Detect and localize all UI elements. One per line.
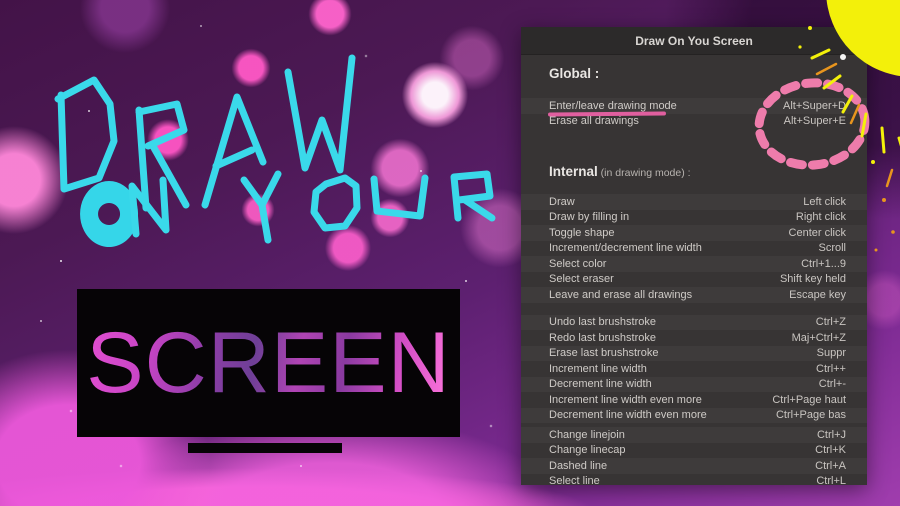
shortcut-row[interactable]: Decrement line width even more Ctrl+Page … — [521, 408, 867, 424]
shortcut-key: Ctrl+K — [815, 444, 846, 456]
shortcut-label: Change linejoin — [549, 429, 625, 441]
star-speckles — [60, 260, 62, 262]
shortcut-row[interactable]: Change linecap Ctrl+K — [521, 443, 867, 459]
shortcut-label: Redo last brushstroke — [549, 332, 656, 344]
shortcut-label: Draw — [549, 196, 575, 208]
shortcut-row[interactable]: Erase last brushstroke Suppr — [521, 346, 867, 362]
shortcut-key: Center click — [789, 227, 846, 239]
shortcut-rows: Enter/leave drawing mode Alt+Super+D Erase… — [521, 98, 867, 129]
shortcut-label: Decrement line width — [549, 378, 652, 390]
shortcut-label: Increment/decrement line width — [549, 242, 702, 254]
shortcut-label: Select line — [549, 475, 600, 485]
shortcut-label: Select color — [549, 258, 606, 270]
shortcut-row[interactable]: Change linejoin Ctrl+J — [521, 427, 867, 443]
shortcut-label: Enter/leave drawing mode — [549, 100, 677, 112]
shortcut-label: Dashed line — [549, 460, 607, 472]
shortcut-section: Undo last brushstroke Ctrl+Z Redo last bru… — [521, 315, 867, 424]
shortcut-key: Scroll — [818, 242, 846, 254]
shortcut-row[interactable]: Erase all drawings Alt+Super+E — [521, 114, 867, 130]
shortcut-row[interactable]: Increment/decrement line width Scroll — [521, 241, 867, 257]
monitor-stand — [188, 443, 342, 453]
section-header: Internal (in drawing mode) : — [549, 163, 867, 180]
shortcut-row[interactable]: Redo last brushstroke Maj+Ctrl+Z — [521, 330, 867, 346]
shortcut-key: Ctrl+Page bas — [776, 409, 846, 421]
shortcut-key: Left click — [803, 196, 846, 208]
shortcut-key: Right click — [796, 211, 846, 223]
shortcut-label: Toggle shape — [549, 227, 614, 239]
shortcut-row[interactable]: Dashed line Ctrl+A — [521, 458, 867, 474]
shortcut-label: Erase all drawings — [549, 115, 639, 127]
shortcut-row[interactable]: Draw by filling in Right click — [521, 210, 867, 226]
monitor-graphic: SCREEN — [77, 289, 460, 437]
shortcut-row[interactable]: Draw Left click — [521, 194, 867, 210]
shortcut-key: Ctrl+1...9 — [801, 258, 846, 270]
shortcut-label: Increment line width even more — [549, 394, 702, 406]
shortcut-key: Ctrl+Z — [816, 316, 846, 328]
shortcut-key: Shift key held — [780, 273, 846, 285]
shortcut-row[interactable]: Toggle shape Center click — [521, 225, 867, 241]
shortcut-rows: Change linejoin Ctrl+J Change linecap Ctrl+… — [521, 427, 867, 485]
shortcut-label: Change linecap — [549, 444, 625, 456]
shortcut-section: Global : Enter/leave drawing mode Alt+Supe… — [521, 65, 867, 129]
shortcut-key: Ctrl+Page haut — [772, 394, 846, 406]
shortcut-key: Ctrl+- — [819, 378, 846, 390]
thumbnail-canvas: SCREEN Draw On You Screen Global : Enter/… — [0, 0, 900, 506]
shortcut-rows: Draw Left click Draw by filling in Right cl… — [521, 194, 867, 303]
shortcut-label: Increment line width — [549, 363, 647, 375]
shortcut-label: Undo last brushstroke — [549, 316, 656, 328]
section-header: Global : — [549, 65, 867, 82]
shortcut-row[interactable]: Leave and erase all drawings Escape key — [521, 287, 867, 303]
monitor-screen: SCREEN — [77, 289, 460, 437]
shortcut-row[interactable]: Increment line width even more Ctrl+Page … — [521, 392, 867, 408]
shortcut-row[interactable]: Select eraser Shift key held — [521, 272, 867, 288]
panel-titlebar: Draw On You Screen — [521, 27, 867, 55]
shortcut-label: Draw by filling in — [549, 211, 629, 223]
shortcut-key: Suppr — [817, 347, 846, 359]
shortcut-section: Change linejoin Ctrl+J Change linecap Ctrl+… — [521, 427, 867, 485]
shortcut-row[interactable]: Select color Ctrl+1...9 — [521, 256, 867, 272]
shortcut-key: Ctrl+J — [817, 429, 846, 441]
shortcut-label: Leave and erase all drawings — [549, 289, 692, 301]
shortcut-key: Escape key — [789, 289, 846, 301]
shortcut-row[interactable]: Enter/leave drawing mode Alt+Super+D — [521, 98, 867, 114]
panel-title: Draw On You Screen — [635, 34, 753, 48]
shortcut-label: Erase last brushstroke — [549, 347, 658, 359]
shortcut-section: Internal (in drawing mode) : Draw Left cli… — [521, 163, 867, 303]
shortcut-key: Alt+Super+E — [784, 115, 846, 127]
panel-body: Global : Enter/leave drawing mode Alt+Supe… — [521, 65, 867, 485]
shortcuts-panel: Draw On You Screen Global : Enter/leave d… — [521, 27, 867, 485]
shortcut-row[interactable]: Select line Ctrl+L — [521, 474, 867, 486]
shortcut-key: Alt+Super+D — [783, 100, 846, 112]
shortcut-key: Ctrl+A — [815, 460, 846, 472]
shortcut-row[interactable]: Increment line width Ctrl++ — [521, 361, 867, 377]
shortcut-rows: Undo last brushstroke Ctrl+Z Redo last bru… — [521, 315, 867, 424]
shortcut-key: Maj+Ctrl+Z — [792, 332, 846, 344]
screen-text: SCREEN — [86, 320, 450, 406]
shortcut-label: Select eraser — [549, 273, 614, 285]
shortcut-key: Ctrl++ — [816, 363, 846, 375]
shortcut-row[interactable]: Decrement line width Ctrl+- — [521, 377, 867, 393]
shortcut-label: Decrement line width even more — [549, 409, 707, 421]
shortcut-key: Ctrl+L — [816, 475, 846, 485]
shortcut-row[interactable]: Undo last brushstroke Ctrl+Z — [521, 315, 867, 331]
